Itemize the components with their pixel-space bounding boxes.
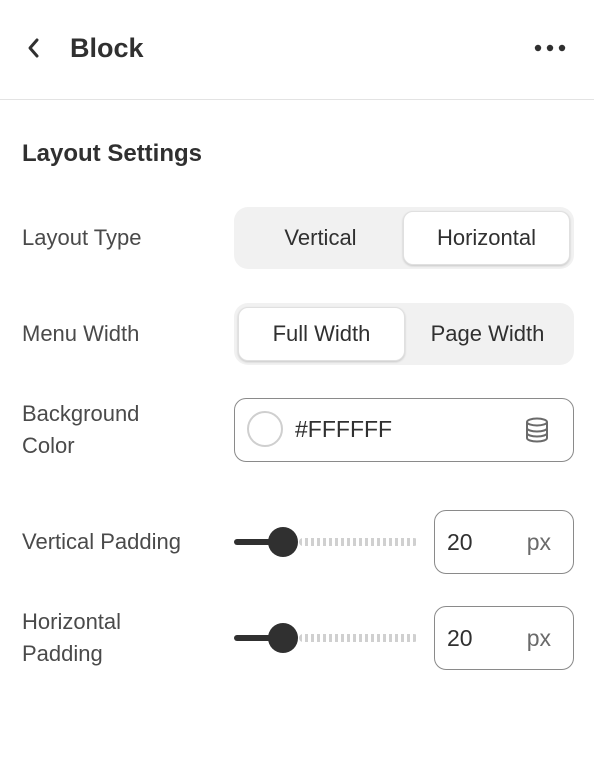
menu-width-label: Menu Width bbox=[22, 321, 140, 346]
layout-type-option-vertical[interactable]: Vertical bbox=[238, 211, 403, 265]
horizontal-padding-input[interactable]: 20 px bbox=[434, 606, 574, 670]
panel-header: Block bbox=[0, 0, 594, 100]
back-button[interactable] bbox=[18, 32, 50, 64]
slider-thumb[interactable] bbox=[268, 527, 298, 557]
slider-thumb[interactable] bbox=[268, 623, 298, 653]
vertical-padding-label: Vertical Padding bbox=[22, 529, 181, 554]
vertical-padding-slider[interactable] bbox=[234, 526, 420, 558]
chevron-left-icon bbox=[28, 38, 39, 58]
background-color-label-line2: Color bbox=[22, 433, 75, 458]
slider-track bbox=[299, 538, 418, 546]
horizontal-padding-label-line1: Horizontal bbox=[22, 609, 122, 634]
vertical-padding-unit: px bbox=[526, 529, 551, 555]
menu-width-segmented-control: Full Width Page Width bbox=[234, 303, 574, 365]
database-icon[interactable] bbox=[523, 416, 551, 444]
background-color-value: #FFFFFF bbox=[295, 416, 393, 442]
layout-type-option-horizontal[interactable]: Horizontal bbox=[403, 211, 570, 265]
horizontal-padding-label-line2: Padding bbox=[22, 641, 103, 666]
ellipsis-horizontal-icon bbox=[534, 44, 566, 52]
layout-type-segmented-control: Vertical Horizontal bbox=[234, 207, 574, 269]
slider-track bbox=[299, 634, 418, 642]
menu-width-option-full-width[interactable]: Full Width bbox=[238, 307, 405, 361]
vertical-padding-value: 20 bbox=[447, 529, 473, 555]
horizontal-padding-unit: px bbox=[526, 625, 551, 651]
page-title: Block bbox=[70, 33, 144, 63]
section-title: Layout Settings bbox=[22, 140, 203, 167]
layout-type-label: Layout Type bbox=[22, 225, 142, 250]
horizontal-padding-value: 20 bbox=[447, 625, 473, 651]
more-options-button[interactable] bbox=[530, 32, 570, 64]
background-color-field[interactable]: #FFFFFF bbox=[234, 398, 574, 462]
menu-width-option-page-width[interactable]: Page Width bbox=[405, 307, 570, 361]
background-color-label-line1: Background bbox=[22, 401, 140, 426]
horizontal-padding-slider[interactable] bbox=[234, 622, 420, 654]
color-swatch[interactable] bbox=[247, 411, 283, 447]
vertical-padding-input[interactable]: 20 px bbox=[434, 510, 574, 574]
